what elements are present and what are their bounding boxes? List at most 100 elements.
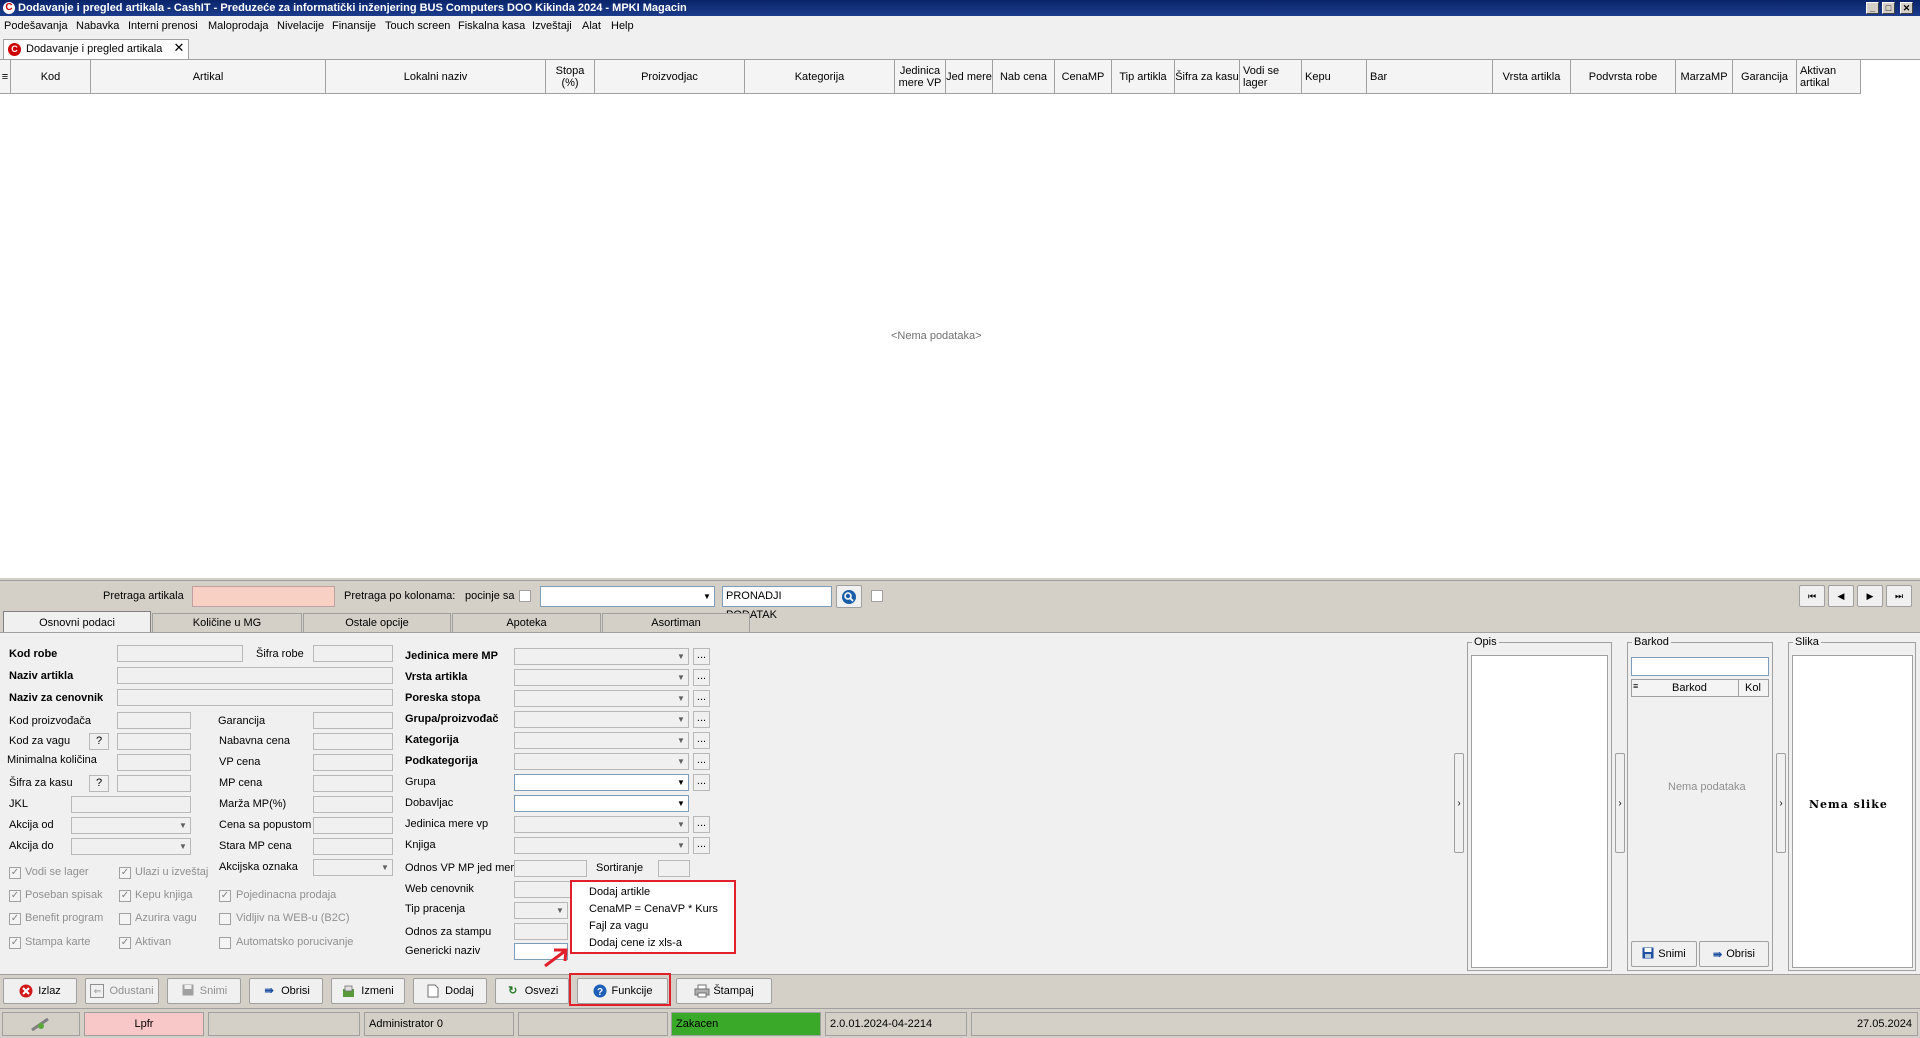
aktivan-checkbox[interactable]: ✓ [119,937,131,949]
jedinica-mp-select[interactable]: ▼ [514,648,689,665]
menu-help[interactable]: Help [611,20,634,32]
col-header[interactable]: CenaMP [1055,60,1112,94]
akcija-do-picker[interactable]: ▼ [71,838,191,855]
podkategorija-more-button[interactable]: ... [693,753,710,770]
col-header[interactable]: Lokalni naziv [326,60,546,94]
col-header[interactable]: Garancija [1733,60,1797,94]
sifra-kasu-field[interactable] [117,775,191,792]
tab-kolicine-mg[interactable]: Količine u MG [152,613,302,632]
search-option-checkbox[interactable] [871,590,883,602]
nabavna-cena-field[interactable] [313,733,393,750]
akcija-od-picker[interactable]: ▼ [71,817,191,834]
pojedinacna-prodaja-checkbox[interactable]: ✓ [219,890,231,902]
jedinica-mp-more-button[interactable]: ... [693,648,710,665]
grupa-proizvodjac-more-button[interactable]: ... [693,711,710,728]
stara-mp-cena-field[interactable] [313,838,393,855]
kepu-knjiga-checkbox[interactable]: ✓ [119,890,131,902]
menu-alat[interactable]: Alat [582,20,601,32]
cena-popust-field[interactable] [313,817,393,834]
tab-ostale-opcije[interactable]: Ostale opcije [303,613,451,632]
sortiranje-field[interactable] [658,860,690,877]
col-header[interactable]: Vrsta artikla [1493,60,1571,94]
tab-osnovni-podaci[interactable]: Osnovni podaci [3,611,151,633]
last-record-button[interactable]: ⏭ [1886,585,1912,607]
close-window-button[interactable]: ✕ [1900,2,1913,14]
search-icon[interactable] [836,585,862,608]
marza-mp-field[interactable] [313,796,393,813]
menu-nabavka[interactable]: Nabavka [76,20,119,32]
jkl-field[interactable] [71,796,191,813]
barkod-expand-icon[interactable]: › [1615,753,1625,853]
col-header[interactable]: Nab cena [993,60,1055,94]
starts-with-checkbox[interactable] [519,590,531,602]
poseban-spisak-checkbox[interactable]: ✓ [9,890,21,902]
snimi-button[interactable]: Snimi [167,978,241,1004]
col-header[interactable]: MarzaMP [1676,60,1733,94]
odnos-stampu-field[interactable] [514,923,568,940]
menu-podesavanja[interactable]: Podešavanja [4,20,68,32]
menu-item-dodaj-artikle[interactable]: Dodaj artikle [589,886,650,898]
vrsta-artikla-select[interactable]: ▼ [514,669,689,686]
tab-asortiman[interactable]: Asortiman [602,613,750,632]
barkod-col-header[interactable]: Barkod [1672,682,1707,694]
kategorija-more-button[interactable]: ... [693,732,710,749]
grupa-proizvodjac-select[interactable]: ▼ [514,711,689,728]
vidljiv-web-checkbox[interactable] [219,913,231,925]
sifra-kasu-help-button[interactable]: ? [89,775,109,792]
naziv-artikla-field[interactable] [117,667,393,684]
col-header[interactable]: Artikal [91,60,326,94]
menu-maloprodaja[interactable]: Maloprodaja [208,20,269,32]
web-cenovnik-field[interactable] [514,881,574,898]
col-header[interactable]: Tip artikla [1112,60,1175,94]
search-input[interactable] [192,586,335,607]
garancija-field[interactable] [313,712,393,729]
col-header[interactable]: Bar [1367,60,1493,94]
minimalna-kolicina-field[interactable] [117,754,191,771]
vp-cena-field[interactable] [313,754,393,771]
maximize-button[interactable]: □ [1882,2,1895,14]
ulazi-izvestaj-checkbox[interactable]: ✓ [119,867,131,879]
kod-proizvodjaca-field[interactable] [117,712,191,729]
kod-za-vagu-field[interactable] [117,733,191,750]
vodi-se-lager-checkbox[interactable]: ✓ [9,867,21,879]
menu-touch-screen[interactable]: Touch screen [385,20,450,32]
close-tab-icon[interactable]: ✕ [172,41,186,55]
izmeni-button[interactable]: Izmeni [331,978,405,1004]
find-data-field[interactable]: PRONADJI PODATAK [722,586,832,621]
barkod-save-button[interactable]: Snimi [1631,941,1697,967]
col-header[interactable]: Kod [11,60,91,94]
menu-nivelacije[interactable]: Nivelacije [277,20,324,32]
col-header[interactable]: Stopa (%) [546,60,595,94]
col-header[interactable]: Šifra za kasu [1175,60,1240,94]
col-header[interactable]: Kategorija [745,60,895,94]
kol-col-header[interactable]: Kol [1745,682,1761,694]
grid-menu-icon[interactable]: ≡ [0,60,11,94]
menu-item-cenamp-kurs[interactable]: CenaMP = CenaVP * Kurs [589,903,718,915]
kategorija-select[interactable]: ▼ [514,732,689,749]
stampaj-button[interactable]: Štampaj [676,978,772,1004]
odustani-button[interactable]: ⇐ Odustani [85,978,159,1004]
articles-grid[interactable]: ≡ Kod Artikal Lokalni naziv Stopa (%) Pr… [0,60,1920,578]
grid-menu-icon[interactable]: ≡ [1633,681,1642,695]
col-header[interactable]: Jedinica mere VP [895,60,946,94]
next-record-button[interactable]: ▶ [1857,585,1883,607]
grupa-more-button[interactable]: ... [693,774,710,791]
tab-dodavanje-artikala[interactable]: C Dodavanje i pregled artikala ✕ [3,39,189,59]
column-select[interactable]: ▼ [540,586,715,607]
menu-finansije[interactable]: Finansije [332,20,376,32]
izlaz-button[interactable]: Izlaz [3,978,77,1004]
kod-robe-field[interactable] [117,645,243,662]
podkategorija-select[interactable]: ▼ [514,753,689,770]
prev-record-button[interactable]: ◀ [1828,585,1854,607]
barkod-input[interactable] [1631,657,1769,676]
stampa-karte-checkbox[interactable]: ✓ [9,937,21,949]
vrsta-artikla-more-button[interactable]: ... [693,669,710,686]
menu-interni-prenosi[interactable]: Interni prenosi [128,20,198,32]
obrisi-button[interactable]: ⇛ Obrisi [249,978,323,1004]
osvezi-button[interactable]: ↻ Osvezi [495,978,569,1004]
minimize-button[interactable]: _ [1866,2,1879,14]
col-header[interactable]: Proizvodjac [595,60,745,94]
first-record-button[interactable]: ⏮ [1799,585,1825,607]
col-header[interactable]: Vodi se lager [1240,60,1302,94]
kod-vagu-help-button[interactable]: ? [89,733,109,750]
